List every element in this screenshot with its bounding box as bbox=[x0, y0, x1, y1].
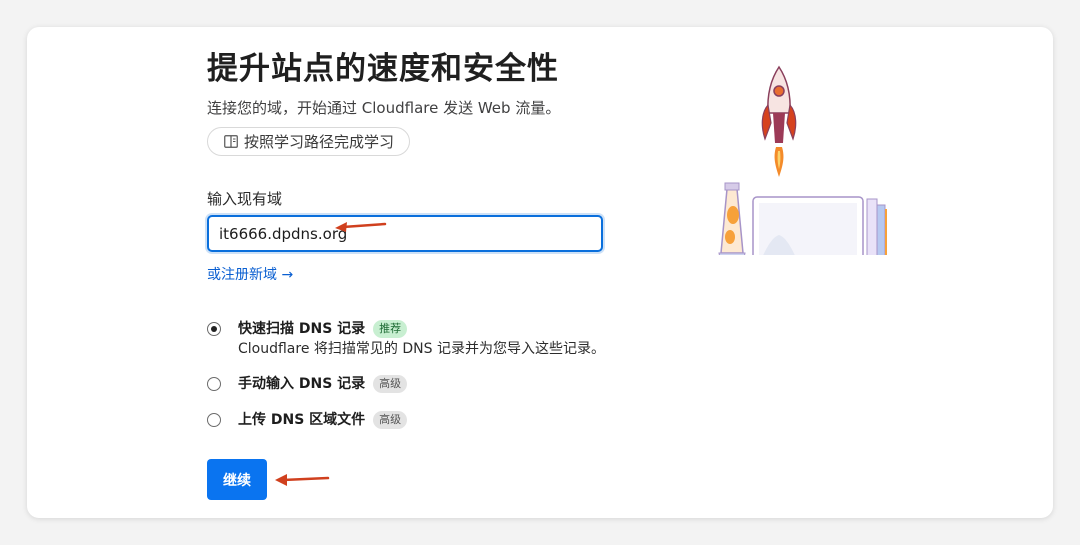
option-manual[interactable]: 手动输入 DNS 记录 高级 bbox=[207, 374, 637, 394]
page-subtitle: 连接您的域，开始通过 Cloudflare 发送 Web 流量。 bbox=[207, 99, 561, 117]
main-content: 提升站点的速度和安全性 连接您的域，开始通过 Cloudflare 发送 Web… bbox=[207, 49, 637, 446]
continue-button[interactable]: 继续 bbox=[207, 459, 267, 500]
option-upload-zone[interactable]: 上传 DNS 区域文件 高级 bbox=[207, 410, 637, 430]
annotation-arrow bbox=[335, 222, 387, 232]
learning-path-button[interactable]: 按照学习路径完成学习 bbox=[207, 127, 411, 156]
option-title: 手动输入 DNS 记录 bbox=[238, 376, 366, 392]
laptop-icon bbox=[752, 196, 864, 255]
recommended-badge: 推荐 bbox=[373, 320, 408, 338]
radio-manual[interactable] bbox=[207, 377, 221, 391]
domain-input[interactable] bbox=[209, 217, 601, 250]
rocket-icon bbox=[761, 65, 797, 177]
radio-quick-scan[interactable] bbox=[207, 322, 221, 336]
page-title: 提升站点的速度和安全性 bbox=[207, 51, 559, 87]
option-title: 快速扫描 DNS 记录 bbox=[238, 321, 366, 337]
domain-input-wrapper bbox=[207, 215, 603, 252]
books-icon bbox=[866, 198, 887, 255]
onboarding-card: 提升站点的速度和安全性 连接您的域，开始通过 Cloudflare 发送 Web… bbox=[27, 27, 1053, 518]
option-description: Cloudflare 将扫描常见的 DNS 记录并为您导入这些记录。 bbox=[238, 341, 605, 357]
advanced-badge: 高级 bbox=[373, 411, 408, 429]
rocket-illustration bbox=[718, 65, 887, 255]
option-quick-scan[interactable]: 快速扫描 DNS 记录 推荐 Cloudflare 将扫描常见的 DNS 记录并… bbox=[207, 319, 637, 358]
dns-options: 快速扫描 DNS 记录 推荐 Cloudflare 将扫描常见的 DNS 记录并… bbox=[207, 319, 637, 430]
domain-field-label: 输入现有域 bbox=[207, 190, 283, 208]
lava-lamp-icon bbox=[718, 182, 746, 255]
radio-upload-zone[interactable] bbox=[207, 413, 221, 427]
learning-path-label: 按照学习路径完成学习 bbox=[244, 133, 395, 151]
register-domain-link[interactable]: 或注册新域 → bbox=[207, 264, 293, 284]
annotation-arrow bbox=[275, 474, 330, 486]
book-icon bbox=[224, 135, 238, 148]
option-title: 上传 DNS 区域文件 bbox=[238, 412, 366, 428]
advanced-badge: 高级 bbox=[373, 375, 408, 393]
